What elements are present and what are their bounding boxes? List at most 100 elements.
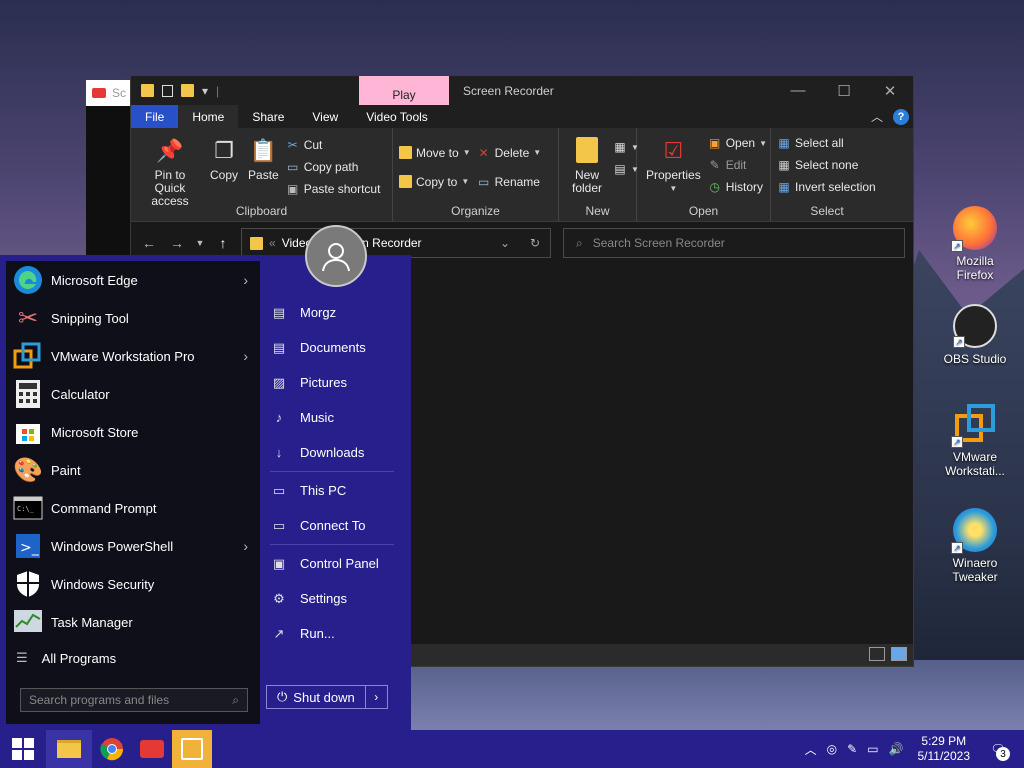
new-folder-icon[interactable] [181,84,194,97]
background-window-titlebar[interactable]: Sc [86,80,136,106]
network-icon[interactable]: ▭ [867,742,878,756]
details-view-icon[interactable] [869,647,885,661]
recent-locations-icon[interactable]: ▼ [195,238,205,248]
place-control-panel[interactable]: ▣ Control Panel [262,546,402,581]
copy-to-button[interactable]: Copy to ▼ [399,167,471,196]
customize-toolbar-icon[interactable]: ▾ [202,84,208,98]
app-microsoft-edge[interactable]: Microsoft Edge › [6,261,260,299]
tab-file[interactable]: File [131,105,179,128]
properties-button[interactable]: ☑ Properties ▼ [643,132,704,198]
shortcut-arrow-icon: ↗ [951,240,963,252]
tab-view[interactable]: View [298,105,352,128]
pin-to-quick-access-button[interactable]: 📌 Pin to Quick access [137,132,203,210]
app-windows-powershell[interactable]: >_ Windows PowerShell › [6,527,260,565]
clock[interactable]: 5:29 PM 5/11/2023 [914,734,975,764]
explorer-search-box[interactable]: ⌕ Search Screen Recorder [563,228,905,258]
refresh-icon[interactable]: ↻ [530,236,540,250]
search-icon: ⌕ [232,692,239,707]
copy-path-button[interactable]: ▭ Copy path [286,156,381,178]
shut-down-button[interactable]: ⏻ Shut down [267,686,365,708]
history-button[interactable]: ◷ History [708,176,767,198]
place-user-folder[interactable]: ▤ Morgz [262,295,402,330]
app-task-manager[interactable]: Task Manager [6,603,260,641]
place-connect-to[interactable]: ▭ Connect To [262,508,402,543]
notification-center-button[interactable]: 🗨 3 [984,735,1012,763]
edit-button[interactable]: ✎ Edit [708,154,767,176]
place-pictures[interactable]: ▨ Pictures [262,365,402,400]
breadcrumb-screen-recorder[interactable]: n Recorder [362,236,421,250]
new-item-button[interactable]: ▦ ▼ [613,136,639,158]
desktop-icon-obs[interactable]: ↗ OBS Studio [940,304,1010,366]
edge-icon [12,264,44,296]
maximize-button[interactable]: ☐ [821,76,867,105]
address-dropdown-icon[interactable]: ⌄ [500,236,510,250]
large-icons-view-icon[interactable] [891,647,907,661]
easy-access-button[interactable]: ▤ ▼ [613,158,639,180]
pen-icon[interactable]: ✎ [847,742,857,756]
delete-button[interactable]: ✕ Delete ▼ [477,138,542,167]
show-hidden-icons-chevron-icon[interactable]: ︿ [805,741,817,758]
start-button[interactable] [0,730,46,768]
taskbar-chrome[interactable] [92,730,132,768]
context-tab-play[interactable]: Play [359,76,449,105]
app-vmware-workstation-pro[interactable]: VMware Workstation Pro › [6,337,260,375]
paste-button[interactable]: 📋 Paste [245,132,282,210]
checkbox-icon[interactable] [162,84,173,97]
select-all-button[interactable]: ▦ Select all [777,132,877,154]
app-windows-security[interactable]: Windows Security [6,565,260,603]
close-button[interactable]: ✕ [867,76,913,105]
volume-icon[interactable]: 🔊 [889,742,904,756]
place-this-pc[interactable]: ▭ This PC [262,473,402,508]
up-arrow-icon[interactable]: ↑ [213,235,233,251]
app-command-prompt[interactable]: C:\_ Command Prompt [6,489,260,527]
tab-home[interactable]: Home [178,105,239,128]
taskbar-screen-recorder[interactable] [132,730,172,768]
copy-icon: ❐ [214,137,234,163]
address-bar[interactable]: « Video n Recorder ⌄ ↻ [241,228,551,258]
paste-shortcut-button[interactable]: ▣ Paste shortcut [286,178,380,200]
help-icon[interactable]: ? [893,108,909,125]
desktop-icon-winaero-tweaker[interactable]: ↗ Winaero Tweaker [940,508,1010,584]
back-arrow-icon[interactable]: ← [139,235,159,251]
collapse-ribbon-icon[interactable]: ︿ [871,108,883,125]
rename-button[interactable]: ▭ Rename [477,167,542,196]
place-settings[interactable]: ⚙ Settings [262,581,402,616]
app-microsoft-store[interactable]: Microsoft Store [6,413,260,451]
forward-arrow-icon[interactable]: → [167,235,187,251]
tab-video-tools[interactable]: Video Tools [352,105,442,128]
place-documents[interactable]: ▤ Documents [262,330,402,365]
explorer-titlebar[interactable]: ▾ | Play Screen Recorder — ☐ ✕ [131,76,913,105]
select-all-icon: ▦ [778,136,790,150]
taskbar-video-folder[interactable] [172,730,212,768]
minimize-button[interactable]: — [775,76,821,105]
background-window[interactable]: Sc [86,80,136,260]
select-none-button[interactable]: ▦ Select none [777,154,877,176]
start-search-input[interactable]: Search programs and files ⌕ [20,688,248,712]
desktop-icon-vmware[interactable]: ↗ VMware Workstati... [940,402,1010,478]
copy-button[interactable]: ❐ Copy [207,132,241,210]
place-downloads[interactable]: ↓ Downloads [262,435,402,470]
cut-button[interactable]: ✂ Cut [286,134,381,156]
place-music[interactable]: ♪ Music [262,400,402,435]
dropdown-caret-icon: ▼ [533,148,542,157]
taskbar-file-explorer[interactable] [46,730,92,768]
folder-icon[interactable] [141,84,154,97]
place-run[interactable]: ↗ Run... [262,616,402,651]
app-snipping-tool[interactable]: ✂ Snipping Tool [6,299,260,337]
move-to-button[interactable]: Move to ▼ [399,138,471,167]
start-search-placeholder: Search programs and files [29,693,170,707]
open-button[interactable]: ▣ Open ▼ [708,132,767,154]
app-calculator[interactable]: Calculator [6,375,260,413]
shut-down-options-button[interactable]: › [364,686,387,708]
desktop-icon-firefox[interactable]: ↗ Mozilla Firefox [940,206,1010,282]
meet-now-icon[interactable]: ◎ [827,742,837,756]
paint-palette-icon: 🎨 [13,456,43,484]
pictures-icon: ▨ [272,374,286,390]
chevron-right-icon: › [374,690,379,704]
all-programs-button[interactable]: ☰ All Programs [6,641,260,675]
new-folder-button[interactable]: New folder [565,132,609,197]
invert-selection-button[interactable]: ▦ Invert selection [777,176,877,198]
tab-share[interactable]: Share [238,105,298,128]
user-avatar[interactable] [305,225,367,287]
app-paint[interactable]: 🎨 Paint [6,451,260,489]
